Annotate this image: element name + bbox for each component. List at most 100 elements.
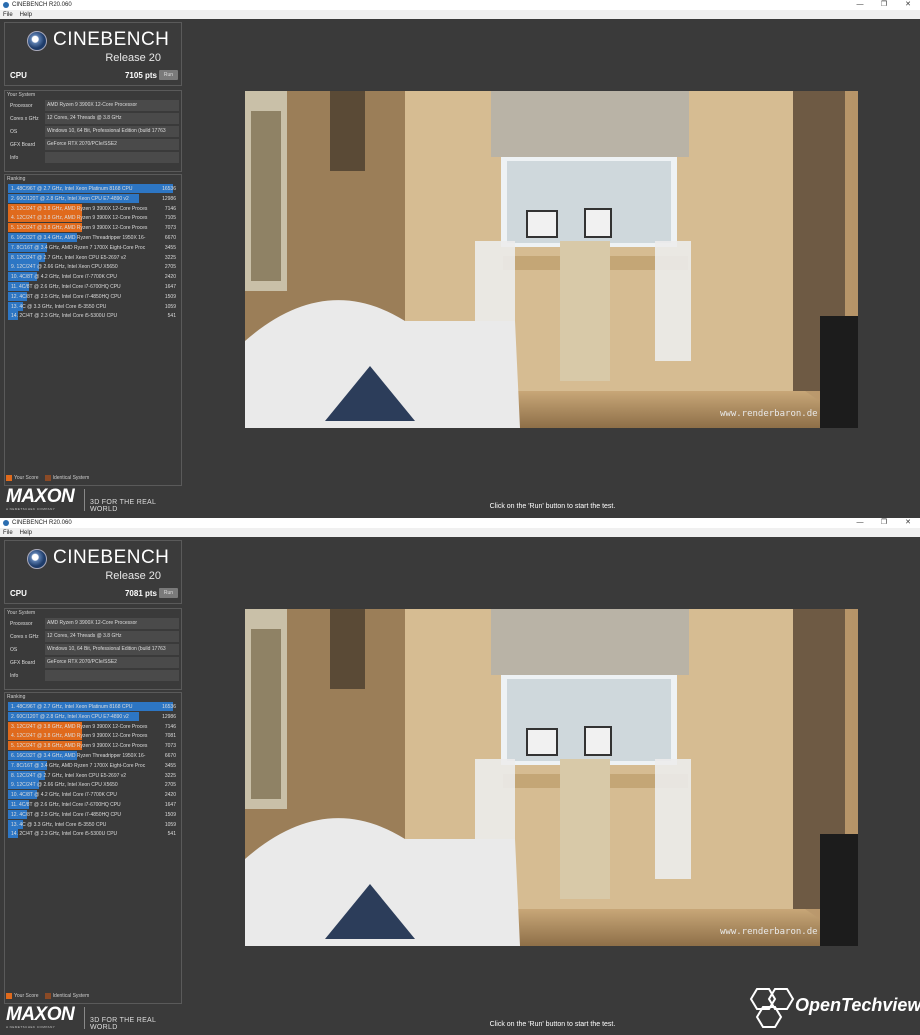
ranking-row[interactable]: 6. 16C/32T @ 3.4 GHz, AMD Ryzen Threadri… — [8, 751, 178, 760]
system-row-gfx: GFX Board GeForce RTX 2070/PCIe/SSE2 — [7, 139, 179, 150]
system-row-cores: Cores x GHz 12 Cores, 24 Threads @ 3.8 GH… — [7, 113, 179, 124]
menu-help[interactable]: Help — [20, 12, 32, 18]
render-view: www.renderbaron.de — [245, 91, 858, 428]
system-value: AMD Ryzen 9 3900X 12-Core Processor — [45, 618, 179, 629]
render-scene-image: www.renderbaron.de — [245, 609, 858, 946]
ranking-row[interactable]: 7. 8C/16T @ 3.4 GHz, AMD Ryzen 7 1700X E… — [8, 760, 178, 770]
restore-icon[interactable]: ❐ — [872, 0, 896, 10]
ranking-row[interactable]: 7. 8C/16T @ 3.4 GHz, AMD Ryzen 7 1700X E… — [8, 242, 178, 252]
ranking-label: 2. 60C/120T @ 2.8 GHz, Intel Xeon CPU E7… — [11, 713, 129, 720]
system-key: Cores x GHz — [10, 634, 39, 640]
ranking-row[interactable]: 3. 12C/24T @ 3.8 GHz, AMD Ryzen 9 3900X … — [8, 721, 178, 731]
system-value: 12 Cores, 24 Threads @ 3.8 GHz — [45, 113, 179, 124]
cinebench-window-2: CINEBENCH R20.060 — ❐ ✕ File Help CINEBE… — [0, 518, 920, 1035]
ranking-label: 4. 12C/24T @ 3.8 GHz, AMD Ryzen 9 3900X … — [11, 733, 148, 740]
ranking-row[interactable]: 8. 12C/24T @ 2.7 GHz, Intel Xeon CPU E5-… — [8, 252, 178, 262]
ranking-score: 3225 — [164, 772, 176, 779]
ranking-row[interactable]: 10. 4C/8T @ 4.2 GHz, Intel Core i7-7700K… — [8, 790, 178, 800]
ranking-row[interactable]: 8. 12C/24T @ 2.7 GHz, Intel Xeon CPU E5-… — [8, 770, 178, 780]
system-row-info: Info — [7, 152, 179, 163]
menu-help[interactable]: Help — [20, 530, 32, 536]
brand-tagline: 3D FOR THE REAL WORLD — [90, 499, 156, 513]
ranking-score: 16536 — [162, 186, 176, 192]
ranking-row[interactable]: 14. 2C/4T @ 2.3 GHz, Intel Core i5-5300U… — [8, 829, 178, 839]
info-field[interactable] — [45, 152, 179, 163]
ranking-row[interactable]: 1. 48C/96T @ 2.7 GHz, Intel Xeon Platinu… — [8, 184, 178, 193]
window-controls: — ❐ ✕ — [848, 0, 920, 10]
info-field[interactable] — [45, 670, 179, 681]
close-icon[interactable]: ✕ — [896, 518, 920, 528]
ranking-row[interactable]: 9. 12C/24T @ 2.66 GHz, Intel Xeon CPU X5… — [8, 780, 178, 790]
system-value: Windows 10, 64 Bit, Professional Edition… — [45, 126, 179, 137]
ranking-label: 11. 4C/8T @ 2.6 GHz, Intel Core i7-6700H… — [11, 284, 121, 290]
status-message: Click on the 'Run' button to start the t… — [489, 503, 616, 510]
ranking-row[interactable]: 9. 12C/24T @ 2.66 GHz, Intel Xeon CPU X5… — [8, 262, 178, 272]
system-key: GFX Board — [10, 660, 36, 666]
system-value: GeForce RTX 2070/PCIe/SSE2 — [45, 139, 179, 150]
ranking-score: 2705 — [164, 264, 176, 271]
ranking-row[interactable]: 13. 4C @ 3.3 GHz, Intel Core i5-3550 CPU… — [8, 301, 178, 311]
ranking-label: 5. 12C/24T @ 3.8 GHz, AMD Ryzen 9 3900X … — [11, 743, 148, 750]
ranking-row[interactable]: 5. 12C/24T @ 3.8 GHz, AMD Ryzen 9 3900X … — [8, 223, 178, 233]
system-value: 12 Cores, 24 Threads @ 3.8 GHz — [45, 631, 179, 642]
ranking-label: 13. 4C @ 3.3 GHz, Intel Core i5-3550 CPU — [11, 821, 107, 828]
brand-tagline: 3D FOR THE REAL WORLD — [90, 1017, 156, 1031]
ranking-label: 12. 4C/8T @ 2.5 GHz, Intel Core i7-4850H… — [11, 293, 122, 300]
ranking-label: 14. 2C/4T @ 2.3 GHz, Intel Core i5-5300U… — [11, 313, 118, 320]
ranking-title: Ranking — [7, 176, 26, 182]
ranking-row[interactable]: 4. 12C/24T @ 3.8 GHz, AMD Ryzen 9 3900X … — [8, 213, 178, 223]
system-row-os: OS Windows 10, 64 Bit, Professional Editi… — [7, 644, 179, 655]
render-watermark: www.renderbaron.de — [720, 927, 818, 937]
ranking-row[interactable]: 14. 2C/4T @ 2.3 GHz, Intel Core i5-5300U… — [8, 311, 178, 321]
render-scene-image: www.renderbaron.de — [245, 91, 858, 428]
ranking-row[interactable]: 12. 4C/8T @ 2.5 GHz, Intel Core i7-4850H… — [8, 809, 178, 819]
cinebench-window-1: CINEBENCH R20.060 — ❐ ✕ File Help CINEBE… — [0, 0, 920, 517]
maxon-logo: MAXON A NEMETSCHEK COMPANY — [6, 1005, 82, 1031]
product-name: CINEBENCH — [53, 547, 170, 568]
run-button[interactable]: Run — [159, 70, 178, 80]
ranking-score: 6670 — [164, 235, 176, 241]
your-system-panel: Your System Processor AMD Ryzen 9 3900X 1… — [4, 608, 182, 690]
ranking-score: 3455 — [164, 762, 176, 769]
system-key: Info — [10, 673, 19, 679]
your-score-swatch — [6, 475, 12, 481]
opentechview-text: OpenTechview — [795, 995, 920, 1015]
system-value: GeForce RTX 2070/PCIe/SSE2 — [45, 657, 179, 668]
legend-your-score: Your Score — [14, 993, 39, 999]
ranking-row[interactable]: 3. 12C/24T @ 3.8 GHz, AMD Ryzen 9 3900X … — [8, 203, 178, 213]
ranking-row[interactable]: 11. 4C/8T @ 2.6 GHz, Intel Core i7-6700H… — [8, 282, 178, 291]
brand-divider — [84, 1007, 85, 1029]
system-row-cores: Cores x GHz 12 Cores, 24 Threads @ 3.8 GH… — [7, 631, 179, 642]
system-value: Windows 10, 64 Bit, Professional Edition… — [45, 644, 179, 655]
run-button[interactable]: Run — [159, 588, 178, 598]
ranking-score: 7146 — [164, 205, 176, 212]
restore-icon[interactable]: ❐ — [872, 518, 896, 528]
ranking-row[interactable]: 4. 12C/24T @ 3.8 GHz, AMD Ryzen 9 3900X … — [8, 731, 178, 741]
ranking-row[interactable]: 13. 4C @ 3.3 GHz, Intel Core i5-3550 CPU… — [8, 819, 178, 829]
ranking-label: 10. 4C/8T @ 4.2 GHz, Intel Core i7-7700K… — [11, 274, 117, 281]
ranking-row[interactable]: 11. 4C/8T @ 2.6 GHz, Intel Core i7-6700H… — [8, 800, 178, 809]
ranking-row[interactable]: 2. 60C/120T @ 2.8 GHz, Intel Xeon CPU E7… — [8, 711, 178, 721]
menu-file[interactable]: File — [3, 12, 13, 18]
minimize-icon[interactable]: — — [848, 518, 872, 528]
minimize-icon[interactable]: — — [848, 0, 872, 10]
maxon-wordmark: MAXON — [6, 1004, 75, 1025]
ranking-row[interactable]: 10. 4C/8T @ 4.2 GHz, Intel Core i7-7700K… — [8, 272, 178, 282]
ranking-row[interactable]: 5. 12C/24T @ 3.8 GHz, AMD Ryzen 9 3900X … — [8, 741, 178, 751]
ranking-row[interactable]: 2. 60C/120T @ 2.8 GHz, Intel Xeon CPU E7… — [8, 193, 178, 203]
title-bar: CINEBENCH R20.060 — ❐ ✕ — [0, 0, 920, 10]
close-icon[interactable]: ✕ — [896, 0, 920, 10]
your-system-title: Your System — [7, 610, 36, 616]
cinebench-logo-icon — [27, 549, 47, 569]
ranking-legend: Your Score Identical System — [6, 475, 89, 481]
ranking-label: 9. 12C/24T @ 2.66 GHz, Intel Xeon CPU X5… — [11, 264, 118, 271]
ranking-score: 7073 — [164, 743, 176, 750]
menu-file[interactable]: File — [3, 530, 13, 536]
ranking-row[interactable]: 12. 4C/8T @ 2.5 GHz, Intel Core i7-4850H… — [8, 291, 178, 301]
ranking-row[interactable]: 6. 16C/32T @ 3.4 GHz, AMD Ryzen Threadri… — [8, 233, 178, 242]
brand-divider — [84, 489, 85, 511]
ranking-label: 1. 48C/96T @ 2.7 GHz, Intel Xeon Platinu… — [11, 704, 133, 710]
system-row-processor: Processor AMD Ryzen 9 3900X 12-Core Proce… — [7, 100, 179, 111]
window-title: CINEBENCH R20.060 — [12, 2, 72, 8]
ranking-row[interactable]: 1. 48C/96T @ 2.7 GHz, Intel Xeon Platinu… — [8, 702, 178, 711]
